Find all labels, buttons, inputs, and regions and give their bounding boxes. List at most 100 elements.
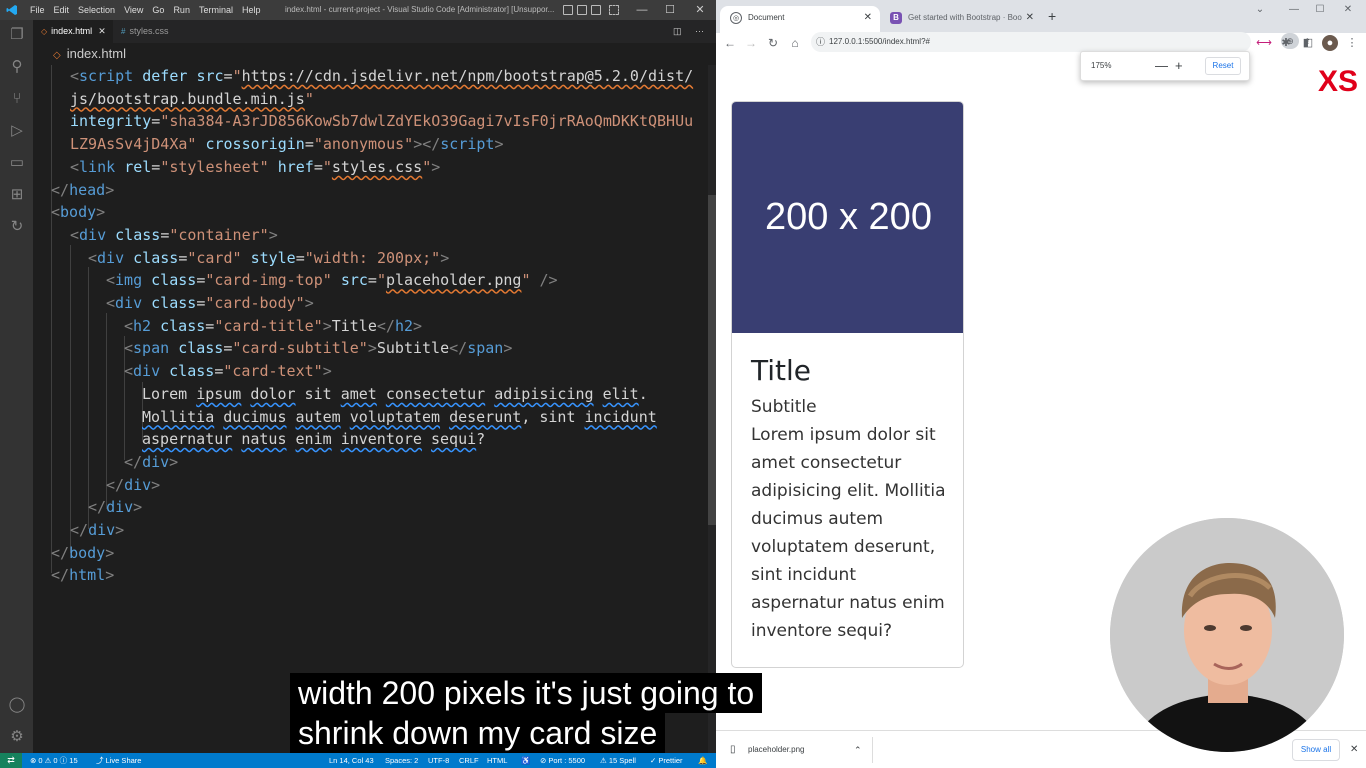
indentation[interactable]: Spaces: 2	[385, 753, 418, 768]
live-share-indicator[interactable]: ⤴ Live Share	[96, 753, 141, 768]
code-token: script	[79, 67, 134, 85]
editor-scrollbar[interactable]	[708, 65, 716, 753]
code-token: <	[106, 294, 116, 312]
prettier[interactable]: ✓ Prettier	[650, 753, 683, 768]
webcam-overlay	[1110, 518, 1344, 752]
chevron-up-icon[interactable]: ⌃	[854, 731, 862, 768]
toggle-panel-icon[interactable]	[577, 5, 587, 15]
tab-search-icon[interactable]: ⌄	[1248, 4, 1272, 20]
tab-styles-css[interactable]: # styles.css	[113, 20, 183, 43]
problems-indicator[interactable]: ⊗ 0 ⚠ 0 ⓘ 15	[30, 753, 78, 768]
menu-help[interactable]: Help	[242, 5, 261, 15]
chrome-menu-icon[interactable]: ⋮	[1344, 35, 1360, 51]
menu-file[interactable]: File	[30, 5, 45, 15]
code-token: class	[169, 362, 215, 381]
browser-close-button[interactable]: ✕	[1336, 4, 1360, 20]
browser-tab-document[interactable]: ◎ Document ✕	[720, 6, 880, 33]
explorer-icon[interactable]: ❐	[8, 26, 26, 44]
html-file-icon: ◇	[41, 27, 48, 36]
site-info-icon[interactable]: ⓘ	[816, 32, 825, 52]
code-token: "	[232, 67, 242, 85]
extensions-puzzle-icon[interactable]: ✱	[1278, 35, 1294, 51]
line-endings[interactable]: CRLF	[459, 753, 479, 768]
cursor-position[interactable]: Ln 14, Col 43	[329, 753, 374, 768]
code-token: =	[196, 294, 206, 312]
live-share-icon[interactable]: ↻	[8, 218, 26, 236]
bootstrap-favicon-icon: B	[890, 12, 902, 24]
show-all-button[interactable]: Show all	[1292, 739, 1340, 761]
indent-guide	[51, 65, 52, 573]
code-token: integrity	[70, 112, 152, 131]
menu-run[interactable]: Run	[173, 5, 190, 15]
back-icon[interactable]: ←	[722, 35, 738, 51]
vscode-logo-icon	[6, 5, 17, 15]
reload-icon[interactable]: ↻	[765, 35, 781, 51]
spell-check[interactable]: ⚠ 15 Spell	[600, 753, 636, 768]
video-caption: width 200 pixels it's just going to shri…	[290, 673, 798, 753]
zoom-in-button[interactable]: +	[1175, 52, 1183, 80]
menu-selection[interactable]: Selection	[78, 5, 115, 15]
forward-icon[interactable]: →	[743, 35, 759, 51]
close-tab-icon[interactable]: ✕	[98, 26, 106, 36]
maximize-button[interactable]: ☐	[656, 0, 684, 20]
more-actions-icon[interactable]: ···	[695, 20, 715, 43]
customize-layout-icon[interactable]	[609, 5, 619, 15]
browser-minimize-button[interactable]: —	[1282, 4, 1306, 20]
split-editor-icon[interactable]: ◫	[673, 20, 693, 43]
code-token: =	[151, 112, 161, 131]
home-icon[interactable]: ⌂	[787, 35, 803, 51]
encoding[interactable]: UTF-8	[428, 753, 449, 768]
new-tab-button[interactable]: +	[1048, 8, 1056, 24]
menu-terminal[interactable]: Terminal	[199, 5, 233, 15]
live-server-port[interactable]: ⊘ Port : 5500	[540, 753, 585, 768]
close-window-button[interactable]: ✕	[686, 0, 714, 20]
close-download-bar-icon[interactable]: ✕	[1350, 731, 1358, 768]
minimize-button[interactable]: —	[628, 0, 656, 20]
settings-gear-icon[interactable]: ⚙	[8, 728, 26, 746]
remote-explorer-icon[interactable]: ▭	[8, 154, 26, 172]
browser-maximize-button[interactable]: ☐	[1308, 4, 1332, 20]
code-token: >	[133, 498, 143, 517]
code-token: >	[367, 339, 377, 358]
profile-avatar[interactable]: ●	[1322, 35, 1338, 51]
remote-indicator-icon[interactable]: ⇄	[0, 753, 22, 768]
accounts-icon[interactable]: ◯	[8, 696, 26, 714]
code-editor[interactable]: <script defer src="https://cdn.jsdelivr.…	[33, 65, 709, 753]
menu-edit[interactable]: Edit	[54, 5, 70, 15]
toggle-sidebar-icon[interactable]	[563, 5, 573, 15]
code-line: aspernatur natus enim inventore sequi?	[142, 428, 485, 451]
tab-index-html[interactable]: ◇ index.html ✕	[33, 20, 113, 43]
side-panel-icon[interactable]: ◧	[1300, 35, 1316, 51]
browser-tab-bootstrap[interactable]: B Get started with Bootstrap · Boo ✕	[880, 6, 1042, 33]
notifications-bell-icon[interactable]: 🔔	[698, 753, 707, 768]
scrollbar-thumb[interactable]	[708, 195, 716, 525]
code-token: ?	[476, 430, 486, 449]
run-debug-icon[interactable]: ▷	[8, 122, 26, 140]
breadcrumb-file[interactable]: index.html	[67, 46, 126, 61]
address-bar[interactable]: ⓘ 127.0.0.1:5500/index.html?# ⊕ ⇪ ☆	[811, 32, 1333, 52]
extension-icon[interactable]: ⟷	[1256, 35, 1272, 51]
toggle-secondary-sidebar-icon[interactable]	[591, 5, 601, 15]
language-mode[interactable]: HTML	[487, 753, 507, 768]
zoom-reset-button[interactable]: Reset	[1205, 57, 1241, 75]
card-title: Title	[751, 354, 812, 387]
code-line: Lorem ipsum dolor sit amet consectetur a…	[142, 383, 648, 406]
code-token: </	[70, 521, 89, 539]
card-subtitle: Subtitle	[751, 397, 817, 417]
zoom-out-button[interactable]: —	[1155, 52, 1168, 80]
code-token: html	[69, 566, 106, 585]
menu-view[interactable]: View	[124, 5, 143, 15]
close-tab-icon[interactable]: ✕	[864, 6, 872, 30]
code-token: "stylesheet"	[160, 157, 269, 176]
code-token: "anonymous"	[313, 135, 414, 154]
source-control-icon[interactable]: ⑂	[8, 90, 26, 108]
code-token: natus	[241, 430, 287, 449]
extensions-icon[interactable]: ⊞	[8, 186, 26, 204]
code-token: >	[304, 294, 314, 312]
search-icon[interactable]: ⚲	[8, 58, 26, 76]
menu-go[interactable]: Go	[152, 5, 164, 15]
close-tab-icon[interactable]: ✕	[1026, 6, 1034, 30]
